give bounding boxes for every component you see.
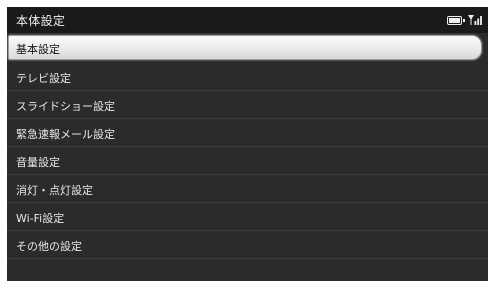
menu-item-emergency-mail-settings[interactable]: 緊急速報メール設定 <box>7 119 488 147</box>
settings-menu: 基本設定 テレビ設定 スライドショー設定 緊急速報メール設定 音量設定 消灯・点… <box>7 34 488 259</box>
menu-item-label: 基本設定 <box>16 43 60 56</box>
title-bar: 本体設定 <box>7 7 488 33</box>
menu-item-slideshow-settings[interactable]: スライドショー設定 <box>7 91 488 119</box>
device-frame: 本体設定 基本設定 テレビ設定 スライドショー設定 緊急速報メール設定 音量設定… <box>0 0 496 293</box>
menu-item-label: 音量設定 <box>16 156 60 169</box>
signal-icon <box>468 15 482 25</box>
menu-item-volume-settings[interactable]: 音量設定 <box>7 147 488 175</box>
page-title: 本体設定 <box>16 14 66 28</box>
selection-highlight <box>8 35 482 60</box>
settings-screen: 本体設定 基本設定 テレビ設定 スライドショー設定 緊急速報メール設定 音量設定… <box>7 7 488 281</box>
battery-icon <box>447 16 465 25</box>
menu-item-label: テレビ設定 <box>16 72 71 85</box>
menu-item-basic-settings[interactable]: 基本設定 <box>7 34 488 62</box>
menu-item-label: その他の設定 <box>16 240 82 253</box>
menu-item-tv-settings[interactable]: テレビ設定 <box>7 63 488 91</box>
menu-item-light-settings[interactable]: 消灯・点灯設定 <box>7 175 488 203</box>
menu-item-label: スライドショー設定 <box>16 100 115 113</box>
menu-item-label: 消灯・点灯設定 <box>16 184 93 197</box>
menu-item-other-settings[interactable]: その他の設定 <box>7 231 488 259</box>
menu-item-label: 緊急速報メール設定 <box>16 128 115 141</box>
status-area <box>447 14 482 26</box>
menu-item-wifi-settings[interactable]: Wi-Fi設定 <box>7 203 488 231</box>
menu-item-label: Wi-Fi設定 <box>16 212 65 225</box>
